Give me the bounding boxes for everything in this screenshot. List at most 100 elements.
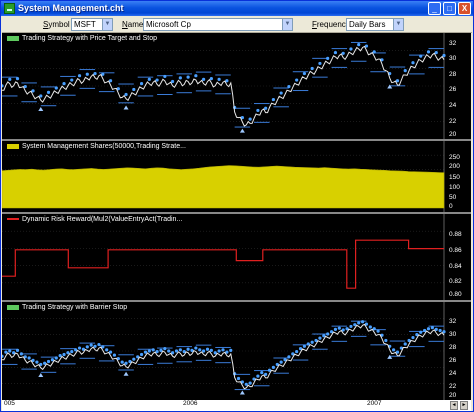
- signal-dot: [8, 349, 12, 353]
- signal-dot: [360, 320, 365, 324]
- signal-dot: [326, 332, 330, 336]
- signal-dot: [89, 343, 93, 347]
- signal-dot: [112, 353, 117, 357]
- signal-dot: [236, 376, 241, 381]
- signal-dot: [264, 106, 268, 110]
- signal-dot: [209, 348, 213, 352]
- signal-dot: [186, 347, 190, 351]
- axis-tick: 30: [449, 55, 457, 62]
- legend-label: System Management Shares(50000,Trading S…: [22, 143, 186, 150]
- signal-dot: [391, 348, 396, 352]
- signal-dot: [2, 354, 4, 358]
- signal-dot: [426, 327, 431, 331]
- axis-tick: 24: [449, 102, 457, 109]
- chevron-down-icon[interactable]: ▼: [393, 19, 403, 30]
- chart-toolbar: Symbol MSFT ▼ Name Microsoft Cp ▼ Freque…: [2, 16, 472, 33]
- signal-dot: [186, 75, 190, 79]
- frequency-select[interactable]: Daily Bars ▼: [346, 18, 404, 31]
- scroll-left-button[interactable]: ◄: [450, 401, 458, 410]
- axis-tick: 0.88: [449, 231, 462, 238]
- close-button[interactable]: X: [458, 2, 471, 15]
- name-select[interactable]: Microsoft Cp ▼: [143, 18, 293, 31]
- signal-dot: [333, 327, 338, 331]
- signal-dot: [442, 330, 446, 334]
- signal-dot: [217, 349, 221, 353]
- signal-dot: [178, 76, 182, 80]
- price-target-pane[interactable]: Trading Strategy with Price Target and S…: [2, 33, 471, 141]
- signal-dot: [46, 359, 51, 364]
- signal-dot: [368, 325, 372, 329]
- axis-tick: 24: [449, 370, 457, 377]
- scroll-right-button[interactable]: ►: [460, 401, 468, 410]
- title-bar[interactable]: System Management.cht _ □ X: [1, 1, 473, 16]
- signal-dot: [70, 78, 74, 82]
- signal-dot: [287, 355, 291, 359]
- signal-dot: [85, 345, 89, 349]
- entry-arrow: [123, 371, 129, 376]
- symbol-value: MSFT: [74, 20, 96, 29]
- entry-arrow: [387, 84, 393, 89]
- chevron-down-icon[interactable]: ▼: [102, 19, 112, 30]
- axis-tick: 0.86: [449, 247, 462, 254]
- signal-dot: [70, 349, 74, 354]
- price-target-plot: [2, 33, 446, 139]
- shares-area: [2, 165, 445, 209]
- pane-legend: Trading Strategy with Price Target and S…: [7, 35, 157, 42]
- signal-dot: [217, 77, 221, 81]
- signal-dot: [438, 328, 442, 333]
- signal-dot: [295, 78, 299, 82]
- axis-tick: 22: [449, 118, 457, 125]
- signal-dot: [337, 326, 341, 330]
- date-axis[interactable]: 005 2006 2007 ◄ ►: [2, 400, 471, 411]
- legend-swatch: [7, 218, 19, 221]
- signal-dot: [27, 356, 31, 360]
- entry-arrow: [38, 106, 44, 111]
- signal-dot: [132, 357, 136, 361]
- frequency-label: Frequency: [312, 20, 350, 29]
- entry-arrow: [123, 105, 129, 110]
- signal-dot: [244, 382, 248, 386]
- signal-dot: [279, 91, 283, 95]
- signal-dot: [178, 348, 182, 352]
- chart-app-icon: [4, 3, 15, 14]
- signal-dot: [151, 348, 155, 352]
- signal-dot: [326, 56, 330, 60]
- signal-dot: [209, 77, 213, 81]
- axis-tick: 30: [449, 331, 457, 338]
- signal-dot: [271, 365, 276, 369]
- signal-dot: [419, 54, 423, 58]
- legend-swatch: [7, 143, 19, 149]
- chart-area[interactable]: Trading Strategy with Price Target and S…: [2, 33, 471, 400]
- signal-dot: [260, 371, 264, 375]
- signal-dot: [105, 348, 109, 352]
- name-value: Microsoft Cp: [146, 20, 191, 29]
- legend-swatch: [7, 35, 19, 41]
- signal-dot: [143, 350, 148, 354]
- axis-tick: 0.84: [449, 263, 462, 270]
- signal-dot: [202, 77, 206, 81]
- signal-dot: [194, 346, 198, 350]
- signal-dot: [194, 74, 198, 78]
- symbol-label: Symbol: [43, 20, 70, 29]
- risk-reward-pane[interactable]: Dynamic Risk Reward(Mul2(ValueEntryAct(T…: [2, 214, 471, 302]
- signal-dot: [62, 82, 66, 86]
- shares-pane[interactable]: System Management Shares(50000,Trading S…: [2, 141, 471, 214]
- axis-tick: 100: [449, 184, 460, 191]
- symbol-select[interactable]: MSFT ▼: [71, 18, 113, 31]
- legend-label: Trading Strategy with Barrier Stop: [22, 304, 128, 311]
- signal-dot: [15, 348, 20, 352]
- signal-dot: [357, 321, 361, 325]
- legend-label: Dynamic Risk Reward(Mul2(ValueEntryAct(T…: [22, 216, 183, 223]
- signal-dot: [155, 78, 159, 82]
- axis-tick: 28: [449, 71, 457, 78]
- signal-dot: [349, 324, 353, 329]
- minimize-button[interactable]: _: [428, 2, 441, 15]
- barrier-stop-pane[interactable]: Trading Strategy with Barrier Stop 32 30…: [2, 302, 471, 400]
- signal-dot: [302, 71, 307, 76]
- maximize-button[interactable]: □: [443, 2, 456, 15]
- signal-dot: [318, 61, 322, 66]
- signal-dot: [271, 97, 276, 102]
- signal-dot: [139, 82, 144, 86]
- chevron-down-icon[interactable]: ▼: [282, 19, 292, 30]
- signal-dot: [163, 347, 167, 351]
